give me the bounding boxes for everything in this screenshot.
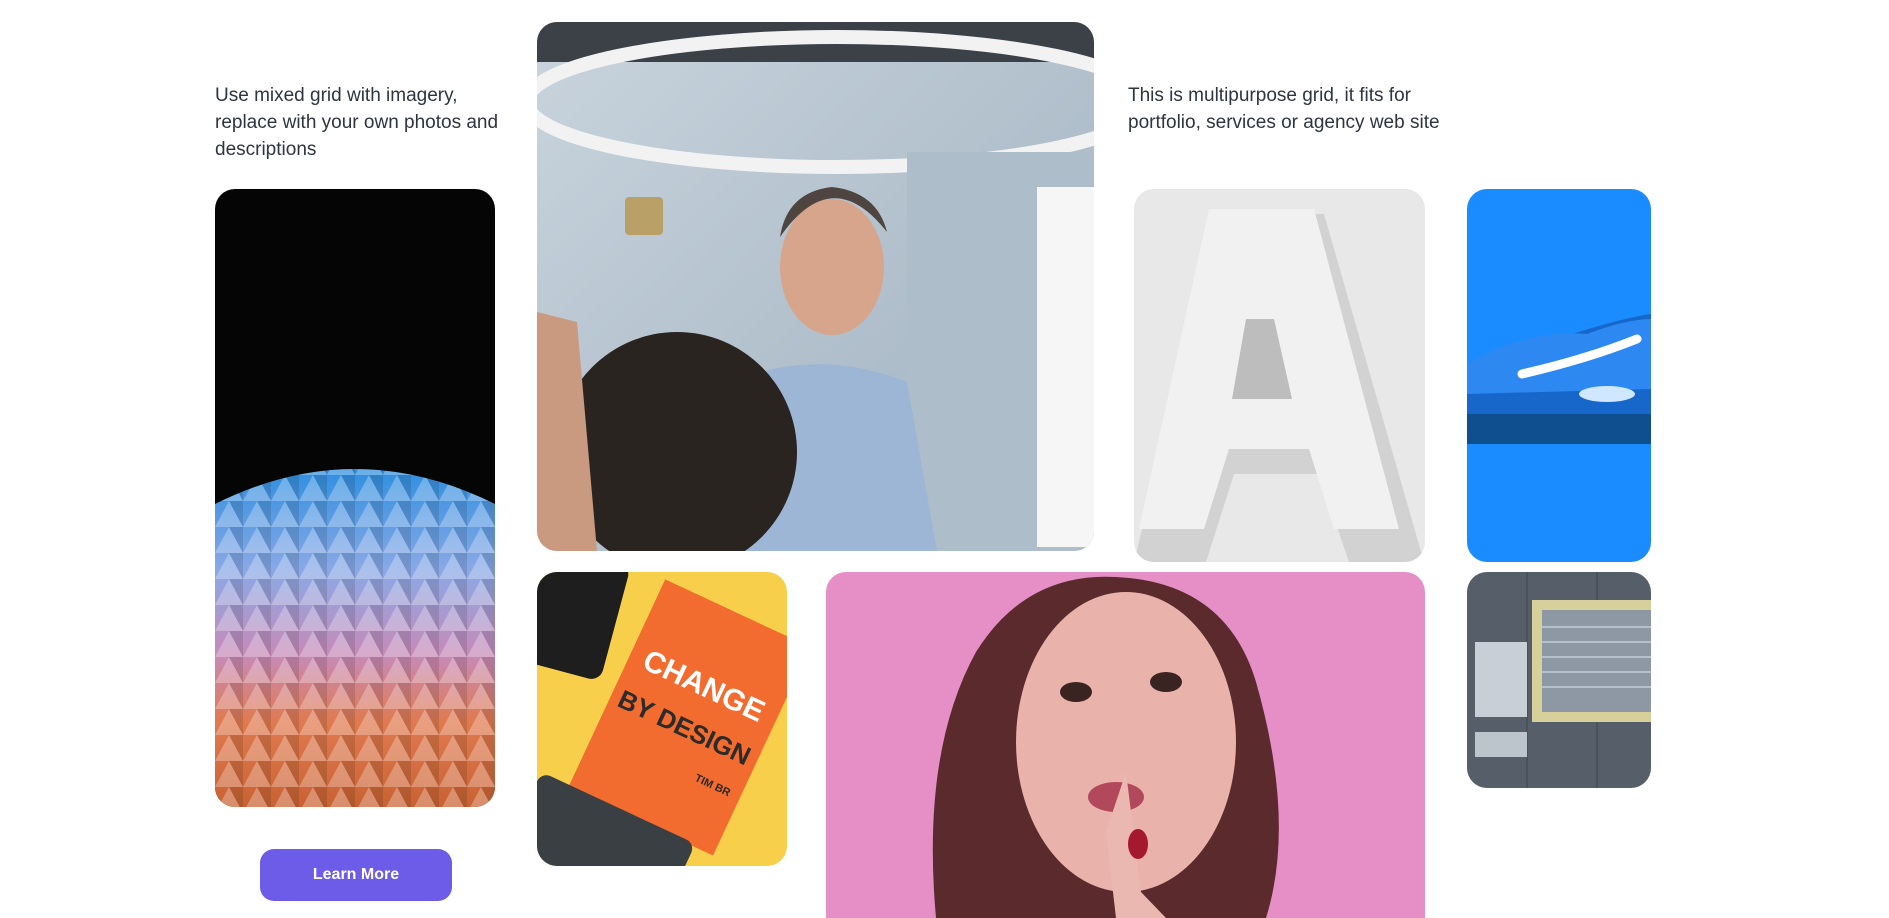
dome-photo xyxy=(215,189,495,807)
blue-sneaker-photo xyxy=(1467,189,1651,562)
book-change-by-design-photo: CHANGE BY DESIGN TIM BR xyxy=(537,572,787,866)
building-window-photo xyxy=(1467,572,1651,788)
learn-more-button[interactable]: Learn More xyxy=(260,849,452,901)
intro-left-text: Use mixed grid with imagery, replace wit… xyxy=(215,85,499,160)
woman-portrait-photo xyxy=(826,572,1425,918)
intro-right-text: This is multipurpose grid, it fits for p… xyxy=(1128,85,1440,133)
office-meeting-photo xyxy=(537,22,1094,551)
letter-a-photo: A xyxy=(1134,189,1425,562)
